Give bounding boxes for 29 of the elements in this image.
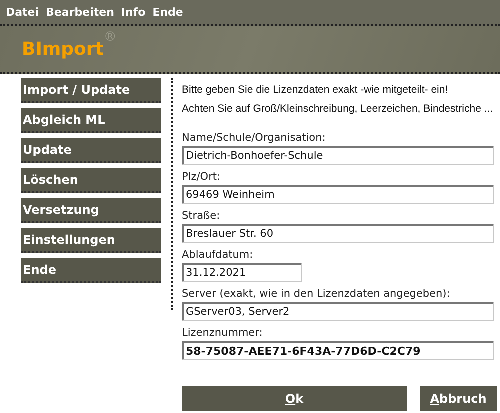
sidebar-item[interactable]: Löschen [21, 168, 161, 193]
input-field[interactable]: 69469 Weinheim [182, 185, 494, 204]
field-label: Plz/Ort: [182, 170, 222, 185]
field-label: Straße: [182, 209, 222, 224]
menu-item[interactable]: Datei [6, 6, 40, 18]
sidebar-item[interactable]: Ende [21, 258, 161, 283]
menu-item[interactable]: Ende [152, 6, 184, 18]
instruction-text: Achten Sie auf Groß/Kleinschreibung, Leerzeichen, Bindestriche ... [182, 103, 494, 115]
sidebar-item[interactable]: Versetzung [21, 198, 161, 223]
sidebar-item[interactable]: Einstellungen [21, 228, 161, 253]
field-label: Ablaufdatum: [182, 248, 254, 263]
instruction-text: Bitte geben Sie die Lizenzdaten exakt -wie mitgeteilt- ein! [182, 84, 448, 96]
registered-mark: ® [104, 30, 117, 45]
sidebar-item[interactable]: Update [21, 138, 161, 163]
app-title: BImport [22, 38, 104, 60]
field-label: Name/Schule/Organisation: [182, 131, 327, 146]
input-field[interactable]: 31.12.2021 [182, 263, 302, 282]
input-field[interactable]: 58-75087-AEE71-6F43A-77D6D-C2C79 [182, 341, 494, 360]
sidebar-item[interactable]: Import / Update [21, 78, 161, 103]
menu-item[interactable]: Info [121, 6, 146, 18]
input-field[interactable]: Breslauer Str. 60 [182, 224, 494, 243]
ok-button[interactable]: Ok [182, 386, 407, 411]
cancel-button[interactable]: Abbruch [420, 386, 497, 411]
field-label: Lizenznummer: [182, 326, 264, 341]
field-label: Server (exakt, wie in den Lizenzdaten angegeben): [182, 287, 452, 302]
input-field[interactable]: GServer03, Server2 [182, 302, 494, 321]
sidebar-item[interactable]: Abgleich ML [21, 108, 161, 133]
menu-item[interactable]: Bearbeiten [46, 6, 114, 18]
input-field[interactable]: Dietrich-Bonhoefer-Schule [182, 146, 494, 165]
